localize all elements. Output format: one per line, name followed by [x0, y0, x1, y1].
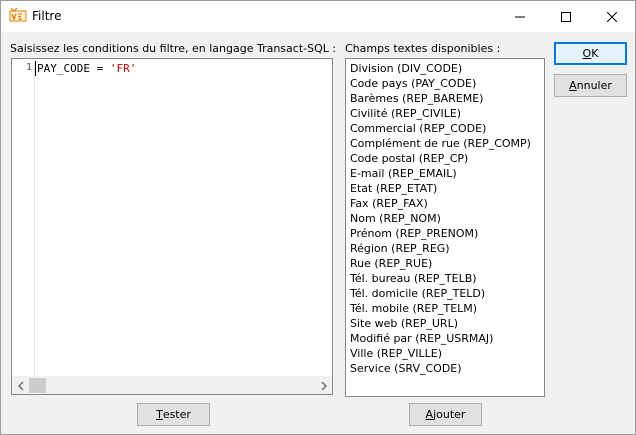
- line-number-gutter: 1: [12, 59, 35, 376]
- text-caret: [35, 61, 36, 76]
- fields-label: Champs textes disponibles :: [345, 42, 501, 55]
- field-item[interactable]: Région (REP_REG): [350, 241, 450, 256]
- field-item[interactable]: Commercial (REP_CODE): [350, 121, 486, 136]
- sql-editor[interactable]: 1 PAY_CODE = 'FR': [11, 58, 333, 395]
- scrollbar-thumb[interactable]: [29, 378, 46, 393]
- maximize-button[interactable]: [543, 1, 589, 32]
- ok-button[interactable]: OK: [554, 42, 627, 65]
- close-button[interactable]: [589, 1, 635, 32]
- add-label-rest: jouter: [433, 408, 466, 421]
- field-item[interactable]: Code pays (PAY_CODE): [350, 76, 476, 91]
- cancel-label-rest: nnuler: [576, 79, 612, 92]
- field-item[interactable]: Code postal (REP_CP): [350, 151, 468, 166]
- cancel-mnemonic: A: [569, 79, 577, 92]
- editor-label: Saisissez les conditions du filtre, en l…: [10, 42, 337, 55]
- field-item[interactable]: Tél. mobile (REP_TELM): [350, 301, 477, 316]
- test-button[interactable]: Tester: [137, 403, 210, 426]
- title-bar: Filtre: [1, 1, 635, 32]
- field-item[interactable]: E-mail (REP_EMAIL): [350, 166, 457, 181]
- minimize-icon: [515, 16, 525, 17]
- filter-dialog: Filtre Saisissez les conditions du filtr…: [0, 0, 636, 435]
- field-item[interactable]: Ville (REP_VILLE): [350, 346, 442, 361]
- test-mnemonic: T: [156, 408, 163, 421]
- field-item[interactable]: Complément de rue (REP_COMP): [350, 136, 531, 151]
- field-item[interactable]: Site web (REP_URL): [350, 316, 458, 331]
- field-item[interactable]: Prénom (REP_PRENOM): [350, 226, 478, 241]
- scroll-left-arrow-icon[interactable]: [12, 377, 29, 394]
- window-title: Filtre: [32, 9, 62, 23]
- scroll-right-arrow-icon[interactable]: [315, 377, 332, 394]
- close-icon: [607, 11, 617, 22]
- minimize-button[interactable]: [497, 1, 543, 32]
- ok-mnemonic: O: [582, 47, 592, 60]
- field-item[interactable]: Tél. domicile (REP_TELD): [350, 286, 485, 301]
- code-expression: PAY_CODE =: [37, 62, 110, 75]
- field-item[interactable]: Barèmes (REP_BAREME): [350, 91, 483, 106]
- horizontal-scrollbar[interactable]: [12, 376, 332, 394]
- add-mnemonic: A: [425, 408, 434, 421]
- maximize-icon: [561, 11, 571, 22]
- code-line[interactable]: PAY_CODE = 'FR': [37, 62, 136, 75]
- cancel-button[interactable]: Annuler: [554, 74, 627, 97]
- field-item[interactable]: Division (DIV_CODE): [350, 61, 462, 76]
- code-string-literal: 'FR': [109, 62, 137, 75]
- vega-app-icon: [9, 7, 27, 24]
- ok-label-rest: K: [591, 47, 599, 60]
- field-item[interactable]: Civilité (REP_CIVILE): [350, 106, 461, 121]
- field-item[interactable]: Etat (REP_ETAT): [350, 181, 437, 196]
- fields-listbox[interactable]: Division (DIV_CODE) Code pays (PAY_CODE)…: [345, 58, 545, 397]
- line-number: 1: [25, 62, 32, 73]
- add-button[interactable]: Ajouter: [409, 403, 482, 426]
- field-item[interactable]: Fax (REP_FAX): [350, 196, 428, 211]
- field-item[interactable]: Service (SRV_CODE): [350, 361, 462, 376]
- field-item[interactable]: Nom (REP_NOM): [350, 211, 441, 226]
- field-item[interactable]: Modifié par (REP_USRMAJ): [350, 331, 493, 346]
- field-item[interactable]: Rue (REP_RUE): [350, 256, 432, 271]
- test-label-rest: ester: [162, 408, 191, 421]
- field-item[interactable]: Tél. bureau (REP_TELB): [350, 271, 477, 286]
